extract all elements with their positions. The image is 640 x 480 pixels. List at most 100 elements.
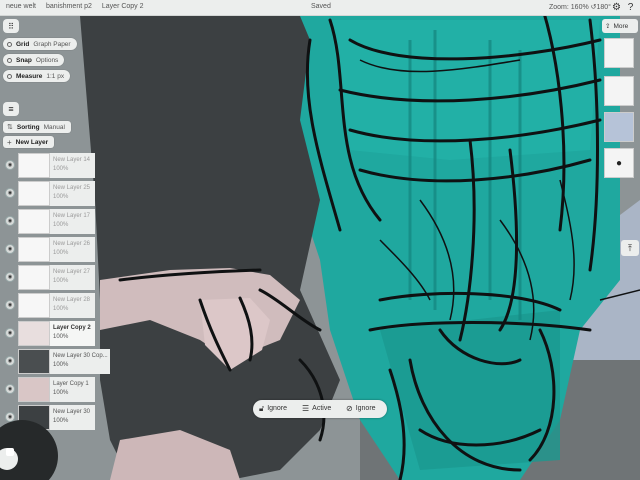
layers-icon: ☰ xyxy=(302,404,310,413)
grid-dots-icon: ⠿ xyxy=(8,21,14,31)
layer-info: New Layer 28 100% xyxy=(50,293,95,318)
layer-item[interactable]: ◉ New Layer 25 100% xyxy=(3,181,111,207)
measure-value: 1:1 px xyxy=(46,72,65,80)
layer-thumbnail xyxy=(18,265,50,290)
grid-label: Grid xyxy=(16,40,30,48)
lock-icon: 🔓︎ xyxy=(259,404,265,413)
layer-opacity: 100% xyxy=(53,362,69,368)
layer-name: Layer Copy 1 xyxy=(53,381,89,387)
ignore-left-button[interactable]: 🔓︎ Ignore xyxy=(259,404,287,413)
zoom-readout[interactable]: Zoom: 160% ↺180° xyxy=(549,3,611,11)
layer-opacity: 100% xyxy=(53,222,69,228)
sort-icon: ⇅ xyxy=(7,124,13,131)
layer-info: New Layer 26 100% xyxy=(50,237,95,262)
layer-opacity: 100% xyxy=(53,306,69,312)
layer-opacity: 100% xyxy=(53,166,69,172)
sorting-value: Manual xyxy=(43,123,65,131)
brush-settings-button[interactable]: ● xyxy=(604,148,634,178)
layer-thumbnail xyxy=(18,321,50,346)
upload-icon: ⇪ xyxy=(605,23,611,30)
measure-label: Measure xyxy=(16,72,43,80)
toggle-icon xyxy=(7,41,12,47)
snap-value: Options xyxy=(35,56,59,64)
hamburger-icon: ≡ xyxy=(8,104,14,114)
layer-name: New Layer 27 xyxy=(53,269,91,275)
active-color-swatch[interactable] xyxy=(6,448,14,456)
layer-item[interactable]: ◉ New Layer 28 100% xyxy=(3,293,111,319)
layer-thumbnail xyxy=(18,209,50,234)
layer-item[interactable]: ◉ New Layer 26 100% xyxy=(3,237,111,263)
layer-name: New Layer 30 Cop... xyxy=(53,353,108,359)
layer-thumbnail xyxy=(18,237,50,262)
layer-name: New Layer 28 xyxy=(53,297,91,303)
ignore-left-label: Ignore xyxy=(267,405,288,412)
plus-icon: + xyxy=(7,137,12,147)
more-label: More xyxy=(613,22,629,30)
eye-icon[interactable]: ◉ xyxy=(5,188,15,198)
color-swatch[interactable] xyxy=(604,112,634,142)
layer-item[interactable]: ◉ Layer Copy 1 100% xyxy=(3,377,111,403)
gear-icon[interactable]: ⚙ xyxy=(611,2,622,13)
grid-menu-button[interactable]: ⠿ xyxy=(3,19,19,33)
layer-item-active[interactable]: ◉ Layer Copy 2 100% xyxy=(3,321,111,347)
layer-name: New Layer 17 xyxy=(53,213,91,219)
eye-icon[interactable]: ◉ xyxy=(5,216,15,226)
layer-item[interactable]: ◉ New Layer 17 100% xyxy=(3,209,111,235)
right-panel: ⇪ More ● xyxy=(600,16,640,178)
eye-icon[interactable]: ◉ xyxy=(5,328,15,338)
toggle-icon xyxy=(7,73,12,79)
grid-toggle[interactable]: Grid Graph Paper xyxy=(3,38,77,50)
layer-thumbnail xyxy=(18,293,50,318)
eye-icon[interactable]: ◉ xyxy=(5,384,15,394)
breadcrumb-document[interactable]: banishment p2 xyxy=(46,3,92,10)
layer-item[interactable]: ◉ New Layer 27 100% xyxy=(3,265,111,291)
ignore-right-label: Ignore xyxy=(355,405,376,412)
toggle-icon xyxy=(7,57,12,63)
no-brush-icon: ⊘ xyxy=(346,404,353,413)
layer-name: New Layer 30 xyxy=(53,409,91,415)
reference-thumbnail[interactable] xyxy=(604,76,634,106)
active-label: Active xyxy=(312,405,332,412)
layer-info: New Layer 14 100% xyxy=(50,153,95,178)
active-button[interactable]: ☰ Active xyxy=(302,404,331,413)
grid-value: Graph Paper xyxy=(33,40,71,48)
eye-icon[interactable]: ◉ xyxy=(5,356,15,366)
save-status: Saved xyxy=(311,3,331,10)
layer-thumbnail xyxy=(18,153,50,178)
more-button[interactable]: ⇪ More xyxy=(602,19,638,33)
new-layer-label: New Layer xyxy=(15,138,49,146)
reference-thumbnail[interactable] xyxy=(604,38,634,68)
snap-toggle[interactable]: Snap Options xyxy=(3,54,65,66)
layer-thumbnail xyxy=(18,349,50,374)
layers-menu-button[interactable]: ≡ xyxy=(3,102,19,116)
eye-icon[interactable]: ◉ xyxy=(5,300,15,310)
layer-item[interactable]: ◉ New Layer 14 100% xyxy=(3,153,111,179)
sorting-label: Sorting xyxy=(16,123,40,131)
layer-opacity: 100% xyxy=(53,334,69,340)
new-layer-button[interactable]: + New Layer xyxy=(3,136,55,148)
circle-icon: ● xyxy=(615,157,623,169)
layer-info: New Layer 30 100% xyxy=(50,405,95,430)
share-icon: ⤒ xyxy=(628,242,632,253)
layer-thumbnail xyxy=(18,181,50,206)
ignore-right-button[interactable]: ⊘ Ignore xyxy=(346,404,376,413)
layer-info: New Layer 27 100% xyxy=(50,265,95,290)
measure-toggle[interactable]: Measure 1:1 px xyxy=(3,70,71,82)
breadcrumb-layer[interactable]: Layer Copy 2 xyxy=(102,3,144,10)
layer-name: New Layer 14 xyxy=(53,157,91,163)
layer-opacity: 100% xyxy=(53,250,69,256)
breadcrumb-gallery[interactable]: neue welt xyxy=(6,3,36,10)
eye-icon[interactable]: ◉ xyxy=(5,244,15,254)
sorting-control[interactable]: ⇅ Sorting Manual xyxy=(3,121,71,133)
eye-icon[interactable]: ◉ xyxy=(5,272,15,282)
export-button[interactable]: ⤒ xyxy=(621,240,639,256)
layer-opacity: 100% xyxy=(53,390,69,396)
help-icon[interactable]: ? xyxy=(625,2,636,13)
layer-item[interactable]: ◉ New Layer 30 Cop... 100% xyxy=(3,349,111,375)
layer-info: Layer Copy 1 100% xyxy=(50,377,95,402)
top-bar: neue welt banishment p2 Layer Copy 2 Sav… xyxy=(0,0,640,16)
layer-info: New Layer 17 100% xyxy=(50,209,95,234)
eye-icon[interactable]: ◉ xyxy=(5,160,15,170)
layer-name: Layer Copy 2 xyxy=(53,325,91,331)
layer-opacity: 100% xyxy=(53,278,69,284)
